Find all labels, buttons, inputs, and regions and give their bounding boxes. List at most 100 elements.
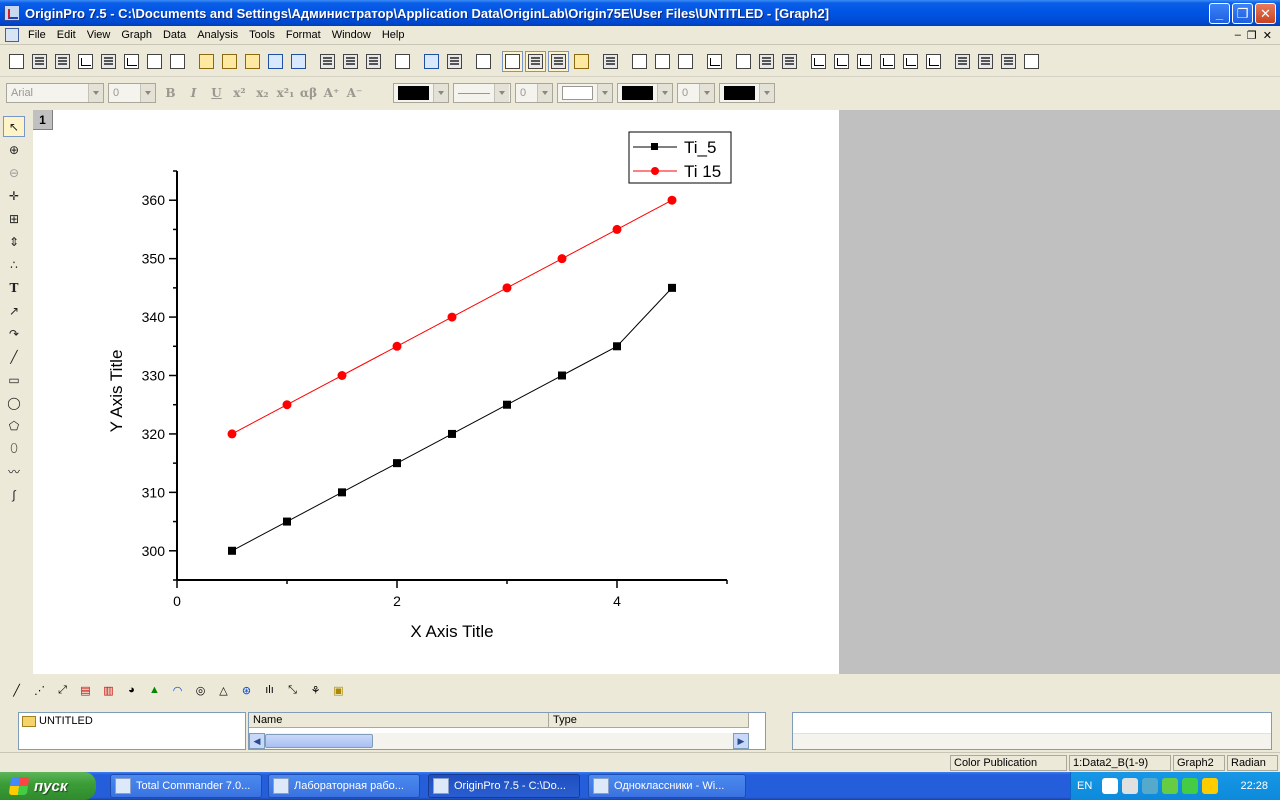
duplicate-button[interactable] bbox=[421, 51, 442, 72]
bold-button[interactable]: B bbox=[160, 83, 181, 104]
axis-3-button[interactable] bbox=[854, 51, 875, 72]
column-header-name[interactable]: Name bbox=[249, 713, 549, 728]
add-text-button[interactable] bbox=[600, 51, 621, 72]
network-icon[interactable] bbox=[1142, 778, 1159, 794]
axis-5-button[interactable] bbox=[900, 51, 921, 72]
fill-color-select[interactable] bbox=[557, 83, 613, 103]
italic-button[interactable]: I bbox=[183, 83, 204, 104]
line-symbol-plot-button[interactable]: ⤢ bbox=[52, 680, 73, 701]
font-color-select[interactable] bbox=[393, 83, 449, 103]
data-selector-tool[interactable]: ⊞ bbox=[3, 208, 25, 229]
screen-reader-tool[interactable]: ✛ bbox=[3, 185, 25, 206]
new-graph-button[interactable] bbox=[75, 51, 96, 72]
zoom-out-page-button[interactable] bbox=[652, 51, 673, 72]
rescale-button[interactable] bbox=[704, 51, 725, 72]
task-total-commander[interactable]: Total Commander 7.0... bbox=[110, 774, 262, 798]
polygon-tool[interactable]: ⬠ bbox=[3, 415, 25, 436]
area-plot-button[interactable]: ▲ bbox=[144, 680, 165, 701]
menu-window[interactable]: Window bbox=[327, 29, 377, 41]
color-scale-button[interactable] bbox=[998, 51, 1019, 72]
axis-2-button[interactable] bbox=[831, 51, 852, 72]
close-button[interactable]: ✕ bbox=[1255, 2, 1276, 24]
messenger-icon[interactable] bbox=[1182, 778, 1199, 794]
secondary-scrollbar[interactable] bbox=[793, 733, 1271, 749]
origin-app-icon[interactable] bbox=[4, 5, 20, 21]
layout-1-button[interactable] bbox=[733, 51, 754, 72]
data-reader-tool[interactable]: ⇕ bbox=[3, 231, 25, 252]
folder-tree[interactable]: UNTITLED bbox=[18, 712, 246, 750]
line-plot-button[interactable]: ╱ bbox=[6, 680, 27, 701]
arrow-tool[interactable]: ↗ bbox=[3, 300, 25, 321]
draw-data-tool[interactable]: ∴ bbox=[3, 254, 25, 275]
refresh-button[interactable] bbox=[444, 51, 465, 72]
new-excel-button[interactable] bbox=[52, 51, 73, 72]
pie-chart-button[interactable]: ◕ bbox=[121, 680, 142, 701]
start-button[interactable]: пуск bbox=[0, 772, 96, 800]
line-style-select[interactable] bbox=[453, 83, 511, 103]
freehand-tool[interactable]: ∫ bbox=[3, 484, 25, 505]
layer-icons-button[interactable] bbox=[975, 51, 996, 72]
supsub-button[interactable]: x²₁ bbox=[275, 83, 296, 104]
mdi-restore-button[interactable]: ❐ bbox=[1247, 29, 1257, 42]
greek-button[interactable]: αβ bbox=[298, 83, 319, 104]
project-explorer-button[interactable] bbox=[473, 51, 494, 72]
save-button[interactable] bbox=[265, 51, 286, 72]
maximize-button[interactable]: ❐ bbox=[1232, 2, 1253, 24]
results-log-button[interactable] bbox=[502, 50, 523, 72]
custom-routine-button[interactable] bbox=[571, 51, 592, 72]
folder-label[interactable]: UNTITLED bbox=[39, 715, 93, 727]
volume-icon[interactable] bbox=[1122, 778, 1139, 794]
new-function-button[interactable] bbox=[121, 51, 142, 72]
superscript-button[interactable]: x² bbox=[229, 83, 250, 104]
legend[interactable]: Ti_5 Ti 15 bbox=[628, 131, 732, 184]
bar-plot-button[interactable]: ▤ bbox=[75, 680, 96, 701]
line-color-select[interactable] bbox=[617, 83, 673, 103]
ellipse-tool[interactable]: ◯ bbox=[3, 392, 25, 413]
decrease-font-button[interactable]: A⁻ bbox=[344, 83, 365, 104]
fill-area-button[interactable]: ◠ bbox=[167, 680, 188, 701]
legend-button[interactable] bbox=[952, 51, 973, 72]
new-layout-button[interactable] bbox=[144, 51, 165, 72]
save-template-button[interactable] bbox=[288, 51, 309, 72]
line-width-select[interactable]: 0 bbox=[515, 83, 553, 103]
column-header-type[interactable]: Type bbox=[549, 713, 749, 728]
zoom-in-tool[interactable]: ⊕ bbox=[3, 139, 25, 160]
help-icon[interactable] bbox=[1102, 778, 1119, 794]
mdi-minimize-button[interactable]: – bbox=[1235, 29, 1241, 42]
menu-data[interactable]: Data bbox=[158, 29, 192, 41]
layout-2-button[interactable] bbox=[756, 51, 777, 72]
import-ascii-button[interactable] bbox=[317, 51, 338, 72]
special-line-button[interactable]: ⚘ bbox=[305, 680, 326, 701]
menu-tools[interactable]: Tools bbox=[244, 29, 281, 41]
menu-file[interactable]: File bbox=[23, 29, 52, 41]
axis-1-button[interactable] bbox=[808, 51, 829, 72]
secondary-pane[interactable] bbox=[792, 712, 1272, 750]
task-internet-explorer[interactable]: Одноклассники - Wi... bbox=[588, 774, 746, 798]
print-button[interactable] bbox=[392, 51, 413, 72]
region-tool[interactable]: ⬯ bbox=[3, 438, 25, 459]
layout-3-button[interactable] bbox=[779, 51, 800, 72]
line-tool[interactable]: ╱ bbox=[3, 346, 25, 367]
smith-chart-button[interactable]: ⊛ bbox=[236, 680, 257, 701]
import-multiple-button[interactable] bbox=[340, 51, 361, 72]
scroll-left-icon[interactable]: ◀ bbox=[249, 733, 265, 749]
text-tool[interactable]: T bbox=[3, 277, 25, 298]
menu-edit[interactable]: Edit bbox=[52, 29, 82, 41]
import-wizard-button[interactable] bbox=[363, 51, 384, 72]
axis-4-button[interactable] bbox=[877, 51, 898, 72]
open-excel-button[interactable] bbox=[242, 51, 263, 72]
menu-format[interactable]: Format bbox=[281, 29, 327, 41]
polar-plot-button[interactable]: ◎ bbox=[190, 680, 211, 701]
whole-page-button[interactable] bbox=[675, 51, 696, 72]
new-worksheet-button[interactable] bbox=[29, 51, 50, 72]
antivirus-icon[interactable] bbox=[1162, 778, 1179, 794]
timestamp-button[interactable] bbox=[1021, 51, 1042, 72]
rectangle-tool[interactable]: ▭ bbox=[3, 369, 25, 390]
scroll-right-icon[interactable]: ▶ bbox=[733, 733, 749, 749]
polyline-tool[interactable]: 〰 bbox=[3, 461, 25, 482]
stock-chart-button[interactable]: ılı bbox=[259, 680, 280, 701]
underline-button[interactable]: U bbox=[206, 83, 227, 104]
column-plot-button[interactable]: ▥ bbox=[98, 680, 119, 701]
new-project-button[interactable] bbox=[6, 51, 27, 72]
font-size-select[interactable]: 0 bbox=[108, 83, 156, 103]
